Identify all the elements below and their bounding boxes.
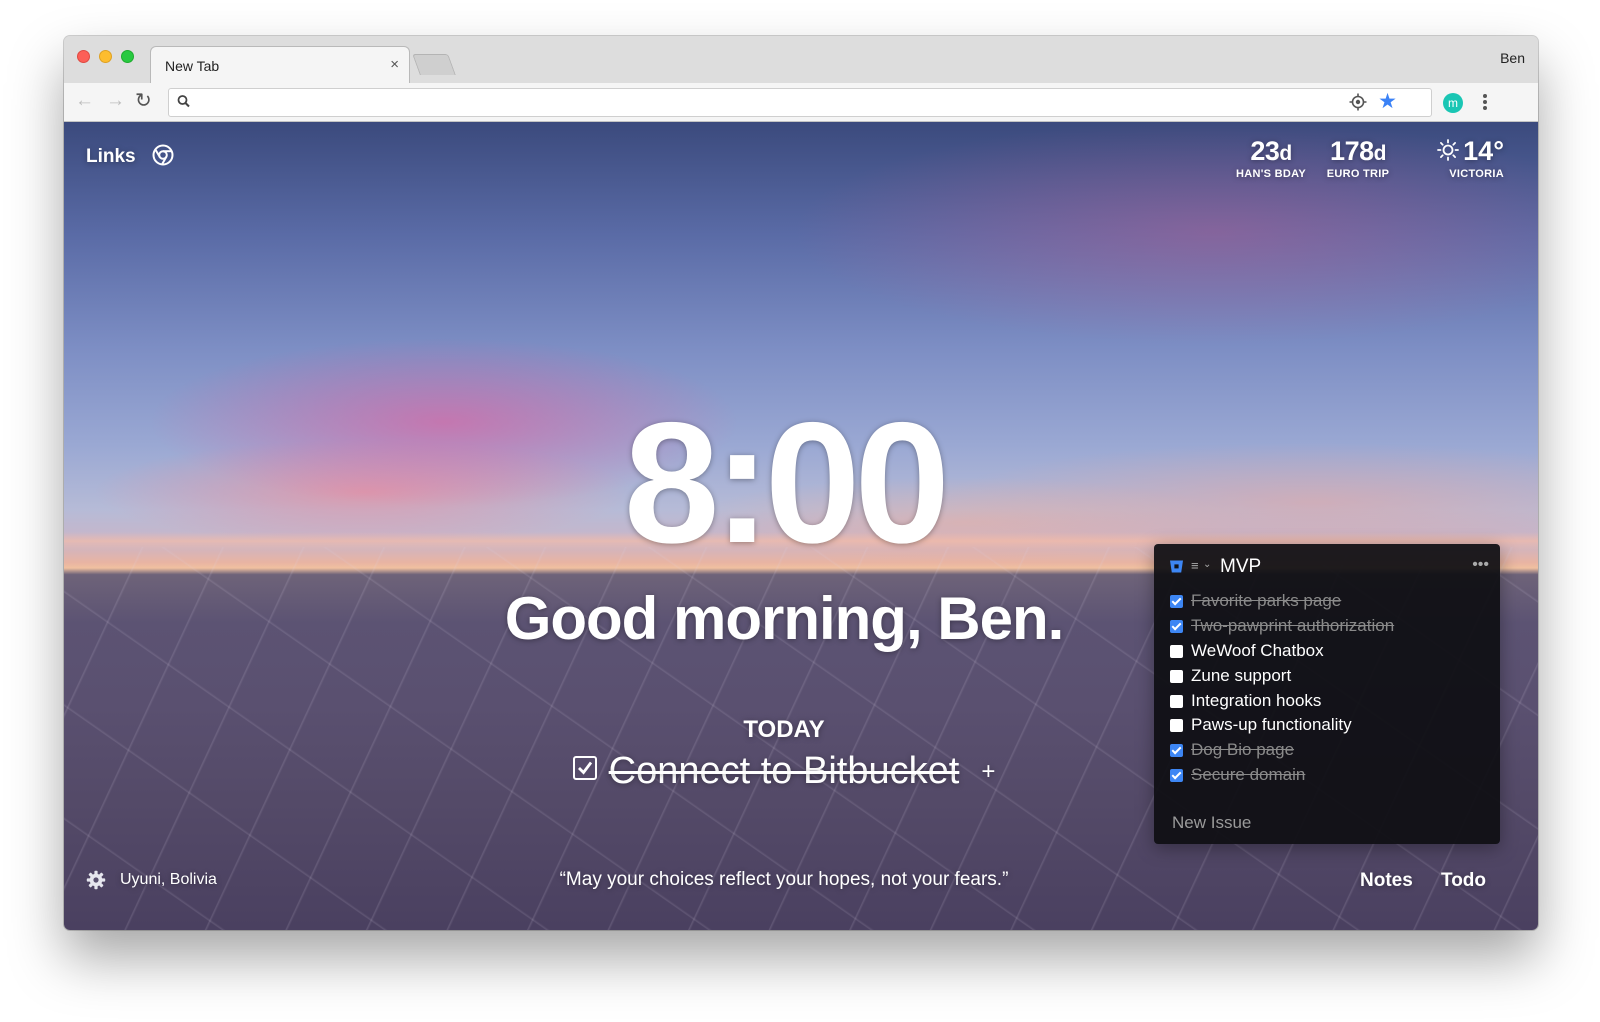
tab-title: New Tab	[165, 58, 220, 74]
todo-item[interactable]: Secure domain	[1170, 765, 1490, 790]
todo-list-title[interactable]: MVP	[1220, 556, 1261, 578]
extension-icon[interactable]: m	[1443, 93, 1463, 113]
todo-checkbox[interactable]	[1170, 644, 1183, 658]
todo-item-text: Paws-up functionality	[1191, 715, 1352, 735]
weather-widget[interactable]: 14° VICTORIA	[1404, 136, 1504, 180]
countdown-value: 23	[1250, 136, 1280, 166]
todo-checkbox[interactable]	[1170, 619, 1183, 633]
todo-list: Favorite parks page Two-pawprint authoriz…	[1170, 591, 1490, 790]
todo-item-text: Secure domain	[1191, 765, 1306, 785]
todo-item[interactable]: Integration hooks	[1170, 691, 1490, 716]
links-button[interactable]: Links	[86, 146, 136, 168]
close-window-button[interactable]	[77, 50, 90, 63]
notes-button[interactable]: Notes	[1360, 870, 1413, 892]
countdown-unit: d	[1279, 142, 1292, 165]
bookmark-star-icon[interactable]: ★	[1378, 90, 1397, 114]
focus-text[interactable]: Connect to Bitbucket	[609, 750, 960, 792]
countdown-label: HAN'S BDAY	[1236, 168, 1306, 180]
weather-temp: 14°	[1463, 136, 1504, 166]
todo-checkbox[interactable]	[1170, 769, 1183, 783]
countdown-label: EURO TRIP	[1326, 168, 1390, 180]
location-target-icon[interactable]	[1349, 93, 1367, 111]
todo-item[interactable]: Zune support	[1170, 666, 1490, 691]
todo-item-text: Dog Bio page	[1191, 740, 1295, 760]
focus-checkbox[interactable]	[572, 755, 597, 780]
todo-button[interactable]: Todo	[1441, 870, 1486, 892]
tab-close-icon[interactable]: ×	[390, 56, 399, 73]
todo-item[interactable]: Two-pawprint authorization	[1170, 616, 1490, 641]
browser-window: New Tab × Ben ← → ↻ ★ m Links 23d HAN'S …	[64, 36, 1538, 930]
countdown-unit: d	[1373, 142, 1387, 165]
minimize-window-button[interactable]	[99, 50, 112, 63]
countdown-value: 178	[1330, 136, 1374, 166]
new-tab-button[interactable]	[412, 54, 456, 75]
todo-panel: ≡ ⌄ MVP ••• Favorite parks page Two-pawpr…	[1154, 544, 1500, 844]
browser-menu-icon[interactable]	[1477, 92, 1493, 112]
todo-item[interactable]: Paws-up functionality	[1170, 715, 1490, 740]
new-issue-input[interactable]	[1170, 812, 1484, 834]
focus-add-button[interactable]: +	[981, 758, 995, 785]
todo-panel-header: ≡ ⌄ MVP •••	[1169, 556, 1489, 582]
chevron-down-icon[interactable]: ⌄	[1203, 559, 1211, 570]
todo-item-text: Zune support	[1191, 665, 1292, 685]
address-input[interactable]	[201, 92, 1355, 114]
back-arrow-icon[interactable]: ←	[75, 90, 94, 112]
weather-location: VICTORIA	[1449, 168, 1504, 180]
todo-item-text: Integration hooks	[1191, 690, 1322, 710]
profile-name[interactable]: Ben	[1500, 50, 1525, 66]
sun-icon	[1437, 139, 1460, 161]
todo-checkbox[interactable]	[1170, 669, 1183, 683]
todo-item[interactable]: Dog Bio page	[1170, 740, 1490, 765]
todo-item[interactable]: WeWoof Chatbox	[1170, 641, 1490, 666]
reload-icon[interactable]: ↻	[135, 90, 152, 112]
forward-arrow-icon[interactable]: →	[106, 90, 125, 112]
list-icon[interactable]: ≡	[1191, 558, 1199, 573]
search-icon	[177, 95, 190, 108]
quote[interactable]: “May your choices reflect your hopes, no…	[64, 869, 1504, 891]
countdown-euro-trip[interactable]: 178d EURO TRIP	[1316, 136, 1400, 180]
todo-checkbox[interactable]	[1170, 744, 1183, 758]
omnibox[interactable]: ★	[168, 88, 1432, 117]
todo-checkbox[interactable]	[1170, 595, 1183, 608]
tab-strip: New Tab × Ben	[64, 36, 1538, 84]
todo-checkbox[interactable]	[1170, 719, 1183, 733]
todo-checkbox[interactable]	[1170, 694, 1183, 708]
todo-item-text: Favorite parks page	[1191, 591, 1342, 610]
countdown-hans-bday[interactable]: 23d HAN'S BDAY	[1226, 136, 1316, 180]
bitbucket-icon[interactable]	[1169, 559, 1184, 574]
todo-item-text: Two-pawprint authorization	[1191, 615, 1395, 635]
tab-new-tab[interactable]: New Tab ×	[150, 46, 410, 84]
browser-toolbar: ← → ↻ ★ m	[64, 83, 1538, 122]
todo-item[interactable]: Favorite parks page	[1170, 591, 1490, 616]
check-icon	[577, 761, 592, 775]
todo-item-text: WeWoof Chatbox	[1191, 640, 1324, 660]
chrome-icon[interactable]	[152, 144, 174, 166]
more-options-icon[interactable]: •••	[1472, 556, 1489, 574]
zoom-window-button[interactable]	[121, 50, 134, 63]
dashboard-background: Links 23d HAN'S BDAY 178d EURO TRIP 14° …	[64, 122, 1538, 930]
